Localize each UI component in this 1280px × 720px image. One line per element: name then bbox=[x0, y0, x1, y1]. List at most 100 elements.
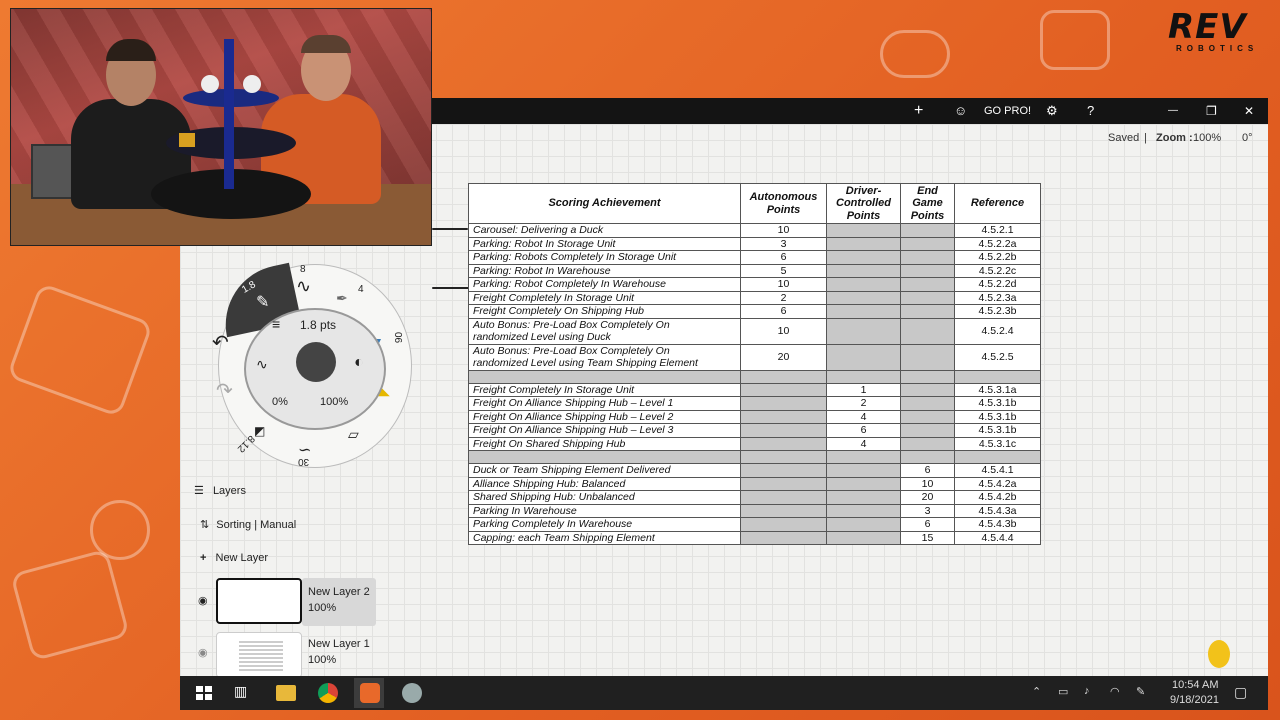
separator-cell bbox=[900, 369, 955, 384]
eye-icon[interactable]: ◉ bbox=[198, 646, 208, 659]
endgame-points-cell bbox=[900, 343, 955, 371]
concepts-app-icon[interactable] bbox=[360, 683, 380, 703]
reference-cell: 4.5.2.2b bbox=[954, 250, 1041, 265]
plus-icon[interactable]: + bbox=[914, 102, 923, 120]
battery-icon[interactable]: ▭ bbox=[1058, 685, 1068, 698]
reference-cell: 4.5.4.3b bbox=[954, 517, 1041, 532]
volume-icon[interactable]: ♪ bbox=[1084, 685, 1090, 697]
driver-points-cell bbox=[826, 343, 901, 371]
layer-name[interactable]: New Layer 1 bbox=[308, 638, 370, 650]
task-view-icon[interactable]: ▥ bbox=[234, 683, 254, 703]
endgame-points-cell bbox=[900, 236, 955, 251]
bonus-text: Pre-Load Box Completely On bbox=[533, 344, 670, 357]
layer-name[interactable]: New Layer 2 bbox=[308, 586, 370, 598]
driver-points-cell: 4 bbox=[826, 409, 901, 424]
help-icon[interactable]: ? bbox=[1087, 102, 1094, 120]
bg-decoration bbox=[880, 30, 950, 78]
layer-opacity: 100% bbox=[308, 602, 337, 614]
autonomous-points-cell: 10 bbox=[740, 317, 827, 345]
clock-date[interactable]: 9/18/2021 bbox=[1170, 694, 1219, 706]
pencil-icon[interactable]: ◩ bbox=[254, 424, 265, 438]
brush-icon[interactable]: ✒ bbox=[336, 290, 348, 307]
chevron-up-icon[interactable]: ⌃ bbox=[1032, 685, 1041, 698]
pressure-icon[interactable]: ∿ bbox=[256, 356, 268, 373]
radial-right-top-value[interactable]: 4 bbox=[358, 284, 364, 295]
sorting-control[interactable]: ⇅ Sorting | Manual bbox=[200, 518, 296, 531]
endgame-points-cell: 6 bbox=[900, 463, 955, 478]
new-layer-button[interactable]: + New Layer bbox=[200, 552, 268, 564]
autonomous-points-cell bbox=[740, 382, 827, 397]
layer-thumbnail[interactable] bbox=[216, 632, 302, 678]
bonus-text: Pre-Load Box Completely On bbox=[533, 318, 670, 331]
bonus-text: Level bbox=[530, 331, 556, 343]
table-row: Freight On Alliance Shipping Hub – Level… bbox=[468, 409, 1041, 424]
curve-stroke-icon[interactable]: ∽ bbox=[298, 440, 311, 460]
chrome-icon[interactable] bbox=[318, 683, 338, 703]
header-achievement: Scoring Achievement bbox=[468, 183, 741, 224]
layer-thumbnail[interactable] bbox=[216, 578, 302, 624]
achievement-cell: Freight Completely In Storage Unit bbox=[468, 382, 741, 397]
reference-cell: 4.5.3.1b bbox=[954, 409, 1041, 424]
rotation-angle[interactable]: 0° bbox=[1242, 132, 1253, 144]
endgame-points-cell: 3 bbox=[900, 503, 955, 518]
color-swatch[interactable] bbox=[296, 342, 336, 382]
driver-points-cell: 2 bbox=[826, 396, 901, 411]
ball bbox=[243, 75, 261, 93]
restore-icon[interactable]: ❐ bbox=[1206, 102, 1217, 120]
table-row: Parking Completely In Warehouse 6 4.5.4.3b bbox=[468, 517, 1041, 532]
table-header-row: Scoring Achievement Autonomous Points Dr… bbox=[468, 183, 1041, 224]
bonus-text: randomized bbox=[473, 357, 531, 369]
go-pro-button[interactable]: GO PRO! bbox=[984, 102, 1031, 120]
radial-top-value[interactable]: 8 bbox=[300, 264, 306, 275]
clock-time[interactable]: 10:54 AM bbox=[1172, 679, 1218, 691]
layer-opacity: 100% bbox=[308, 654, 337, 666]
sorting-mode[interactable]: Manual bbox=[260, 519, 296, 531]
separator-cell bbox=[900, 450, 955, 464]
wifi-icon[interactable]: ◠ bbox=[1110, 685, 1120, 698]
undo-arrow-icon[interactable]: ↶ bbox=[212, 330, 229, 355]
achievement-cell: Parking In Warehouse bbox=[468, 503, 741, 518]
table-row: Auto Bonus: Pre-Load Box Completely On ra… bbox=[468, 343, 1041, 371]
pen-icon[interactable]: ✎ bbox=[256, 292, 269, 312]
autonomous-points-cell bbox=[740, 409, 827, 424]
table-row: Auto Bonus: Pre-Load Box Completely On ra… bbox=[468, 317, 1041, 345]
sort-icon: ⇅ bbox=[200, 519, 210, 531]
radial-right-value[interactable]: 06 bbox=[392, 332, 403, 343]
minimize-icon[interactable]: — bbox=[1168, 102, 1178, 120]
redo-arrow-icon[interactable]: ↷ bbox=[216, 378, 233, 403]
driver-points-cell bbox=[826, 476, 901, 491]
achievement-cell: Freight Completely On Shipping Hub bbox=[468, 304, 741, 319]
layers-header[interactable]: ☰ Layers bbox=[194, 484, 246, 497]
windows-start-icon[interactable] bbox=[194, 683, 214, 703]
separator-cell bbox=[826, 369, 901, 384]
contrast-icon[interactable]: ◐ bbox=[354, 354, 364, 372]
app-icon[interactable] bbox=[402, 683, 422, 703]
endgame-points-cell bbox=[900, 290, 955, 305]
endgame-points-cell: 20 bbox=[900, 490, 955, 505]
header-endgame: End Game Points bbox=[900, 183, 955, 224]
notification-icon[interactable]: ▢ bbox=[1234, 684, 1247, 701]
eye-icon[interactable]: ◉ bbox=[198, 594, 208, 607]
eraser-icon[interactable]: ▱ bbox=[348, 426, 359, 443]
zoom-value[interactable]: 100% bbox=[1193, 132, 1221, 144]
gear-icon[interactable]: ⚙ bbox=[1046, 102, 1058, 120]
file-explorer-icon[interactable] bbox=[276, 685, 296, 701]
wave-stroke-icon[interactable]: ∿ bbox=[296, 276, 311, 297]
close-icon[interactable]: ✕ bbox=[1244, 102, 1254, 120]
driver-points-cell bbox=[826, 463, 901, 478]
driver-points-cell: 4 bbox=[826, 436, 901, 451]
endgame-points-cell bbox=[900, 317, 955, 345]
user-icon[interactable]: ☺ bbox=[954, 102, 967, 120]
pen-icon[interactable]: ✎ bbox=[1136, 685, 1145, 698]
reference-cell: 4.5.2.2c bbox=[954, 263, 1041, 278]
endgame-points-cell: 10 bbox=[900, 476, 955, 491]
thumbnail-preview bbox=[239, 641, 283, 671]
reference-cell: 4.5.4.1 bbox=[954, 463, 1041, 478]
scoring-table: Scoring Achievement Autonomous Points Dr… bbox=[468, 183, 1041, 545]
achievement-cell: Parking: Robot In Warehouse bbox=[468, 263, 741, 278]
status-separator: | bbox=[1144, 132, 1147, 144]
endgame-points-cell: 6 bbox=[900, 517, 955, 532]
driver-points-cell: 1 bbox=[826, 382, 901, 397]
header-reference: Reference bbox=[954, 183, 1041, 224]
sorting-separator: | bbox=[254, 519, 258, 531]
